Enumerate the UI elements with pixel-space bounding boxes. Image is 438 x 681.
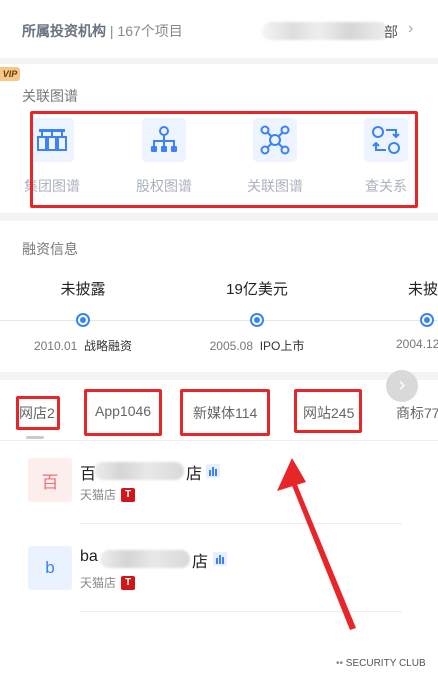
shop-name-end: 店 bbox=[186, 466, 203, 483]
shop-logo: b bbox=[28, 546, 72, 590]
financing-detail: 2004.12 bbox=[396, 337, 438, 351]
financing-amount: 未披 bbox=[408, 281, 438, 298]
chevron-right-icon: › bbox=[408, 20, 414, 37]
tmall-icon: T bbox=[121, 488, 135, 502]
shop-name-start: ba bbox=[80, 548, 98, 565]
investor-info: 所属投资机构 | 167个项目 bbox=[22, 21, 183, 41]
highlight-box-app bbox=[84, 389, 162, 436]
dept-suffix: 部 bbox=[384, 24, 398, 40]
vip-badge: VIP bbox=[0, 67, 20, 81]
relation-graph-title: 关联图谱 bbox=[22, 88, 78, 104]
shop-platform: 天猫店 bbox=[80, 576, 117, 590]
list-item[interactable]: 百 百 店 天猫店 T bbox=[0, 444, 438, 524]
shop-platform: 天猫店 bbox=[80, 488, 117, 502]
financing-event[interactable]: 未披 2004.12 bbox=[352, 278, 438, 351]
project-count: | 167个项目 bbox=[109, 23, 183, 39]
wechat-icon: •• bbox=[336, 658, 344, 669]
row-divider bbox=[80, 523, 402, 524]
tabs-divider bbox=[0, 440, 438, 441]
tab-trademark[interactable]: 商标77 bbox=[396, 403, 438, 423]
highlight-box-website bbox=[294, 389, 362, 433]
shop-name-end: 店 bbox=[192, 554, 209, 571]
financing-event[interactable]: 19亿美元 2005.08 IPO上市 bbox=[182, 278, 332, 354]
blurred-shop-name bbox=[100, 550, 190, 568]
shop-logo: 百 bbox=[28, 458, 72, 502]
row-divider bbox=[80, 611, 402, 612]
bar-chart-icon bbox=[213, 552, 227, 566]
timeline-dot bbox=[250, 313, 264, 327]
financing-detail: 2005.08 IPO上市 bbox=[209, 339, 305, 353]
blurred-shop-name bbox=[94, 462, 184, 480]
financing-amount: 未披露 bbox=[60, 281, 106, 298]
timeline-dot bbox=[420, 313, 434, 327]
highlight-box-relation-graph bbox=[30, 111, 418, 208]
active-tab-indicator bbox=[26, 436, 44, 439]
watermark-text: SECURITY CLUB bbox=[345, 658, 426, 669]
list-item[interactable]: b ba 店 天猫店 T bbox=[0, 532, 438, 612]
financing-title: 融资信息 bbox=[22, 241, 78, 257]
investor-dept[interactable]: 部 › bbox=[262, 19, 422, 43]
investor-label: 所属投资机构 bbox=[22, 23, 106, 39]
blurred-dept-name bbox=[262, 22, 388, 40]
highlight-box-new-media bbox=[180, 389, 270, 436]
section-divider bbox=[0, 213, 438, 221]
section-divider bbox=[0, 372, 438, 380]
section-divider bbox=[0, 58, 438, 64]
financing-detail: 2010.01 战略融资 bbox=[33, 339, 133, 353]
tmall-icon: T bbox=[121, 576, 135, 590]
timeline-dot bbox=[76, 313, 90, 327]
watermark: •• SECURITY CLUB bbox=[336, 658, 426, 669]
financing-amount: 19亿美元 bbox=[226, 281, 288, 298]
financing-event[interactable]: 未披露 2010.01 战略融资 bbox=[8, 278, 158, 354]
financing-timeline[interactable]: 未披露 2010.01 战略融资 19亿美元 2005.08 IPO上市 未披 … bbox=[0, 278, 438, 358]
investor-row[interactable]: 所属投资机构 | 167个项目 部 › bbox=[0, 0, 438, 62]
bar-chart-icon bbox=[206, 464, 220, 478]
highlight-box-online-shop bbox=[16, 396, 60, 430]
